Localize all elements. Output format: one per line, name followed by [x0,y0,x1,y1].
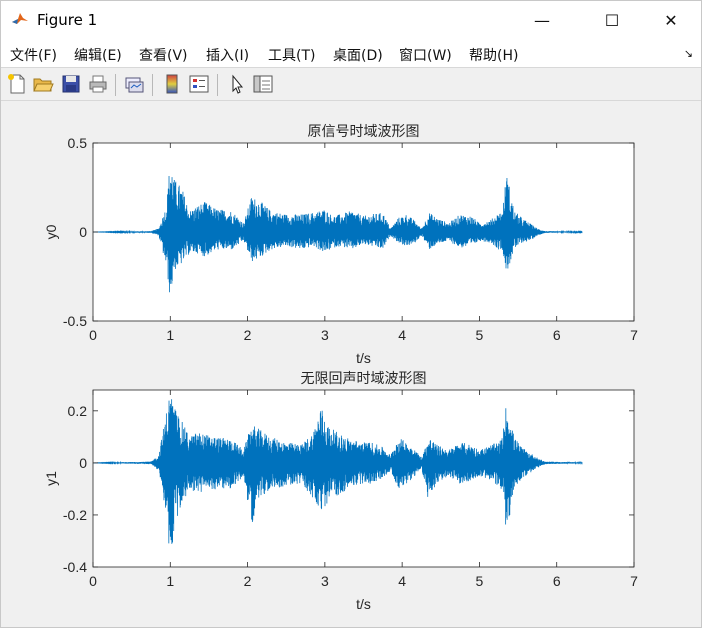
x-tick-label: 6 [553,327,561,343]
y-tick-label: -0.4 [63,559,87,575]
menu-tools[interactable]: 工具(T) [268,45,315,65]
y-tick-label: 0 [79,455,87,471]
close-icon: ✕ [664,10,678,30]
window-title: Figure 1 [37,11,98,29]
y-tick-label: 0.2 [68,403,88,419]
menu-window[interactable]: 窗口(W) [399,45,452,65]
figure-window: Figure 1 — ☐ ✕ 文件(F) 编辑(E) 查看(V) 插入(I) 工… [0,0,702,628]
menu-help[interactable]: 帮助(H) [469,45,518,65]
x-tick-label: 7 [630,573,638,589]
colorbar-icon[interactable] [161,73,183,95]
x-tick-label: 5 [476,327,484,343]
minimize-button[interactable]: — [519,1,565,39]
axes-title: 原信号时域波形图 [308,123,420,139]
x-tick-label: 7 [630,327,638,343]
toolbar [1,67,701,101]
print-icon[interactable] [87,73,109,95]
y-tick-label: 0 [79,224,87,240]
menu-bar: 文件(F) 编辑(E) 查看(V) 插入(I) 工具(T) 桌面(D) 窗口(W… [1,39,701,67]
y-axis-label: y0 [43,224,59,239]
pointer-icon[interactable] [226,73,248,95]
close-button[interactable]: ✕ [648,1,694,39]
toolbar-separator [115,74,116,96]
link-plot-icon[interactable] [123,73,145,95]
menu-insert[interactable]: 插入(I) [206,45,249,65]
x-tick-label: 2 [244,327,252,343]
menu-edit[interactable]: 编辑(E) [74,45,122,65]
matlab-logo-icon [11,10,29,28]
y-tick-label: 0.5 [68,135,88,151]
x-tick-label: 5 [476,573,484,589]
x-tick-label: 2 [244,573,252,589]
subplot-2[interactable]: 0 1 2 3 4 5 6 7 0.2 0 -0.2 -0.4 无限回声时域波形图 t/s y1 [43,370,638,612]
x-tick-label: 0 [89,327,97,343]
menu-view[interactable]: 查看(V) [139,45,188,65]
x-tick-label: 3 [321,573,329,589]
property-inspector-icon[interactable] [252,73,274,95]
menu-file[interactable]: 文件(F) [10,45,57,65]
open-file-icon[interactable] [32,73,54,95]
toolbar-separator [217,74,218,96]
subplot-1[interactable]: 0 1 2 3 4 5 6 70.50-0.5原信号时域波形图t/sy0 [43,123,638,366]
x-tick-label: 6 [553,573,561,589]
toolbar-separator [152,74,153,96]
x-tick-label: 4 [398,327,406,343]
x-tick-label: 1 [166,327,174,343]
figure-canvas[interactable]: 0 1 2 3 4 5 6 70.50-0.5原信号时域波形图t/sy00 1 2 3 4 5 6 70.2… [1,102,701,627]
legend-icon[interactable] [188,73,210,95]
x-tick-label: 3 [321,327,329,343]
y-tick-label: -0.5 [63,313,87,329]
x-tick-label: 4 [398,573,406,589]
menu-desktop[interactable]: 桌面(D) [333,45,383,65]
y-tick-label: -0.2 [63,507,87,523]
minimize-icon: — [534,10,550,30]
x-tick-label: 0 [89,573,97,589]
maximize-icon: ☐ [604,10,620,30]
dock-arrow-icon[interactable]: ↘ [684,47,693,60]
x-axis-label: t/s [356,596,371,612]
save-icon[interactable] [60,73,82,95]
axes-title: 无限回声时域波形图 [301,370,427,386]
x-tick-label: 1 [166,573,174,589]
maximize-button[interactable]: ☐ [589,1,635,39]
new-figure-icon[interactable] [6,73,28,95]
y-axis-label: y1 [43,471,59,486]
title-bar: Figure 1 — ☐ ✕ [1,1,701,39]
x-axis-label: t/s [356,350,371,366]
